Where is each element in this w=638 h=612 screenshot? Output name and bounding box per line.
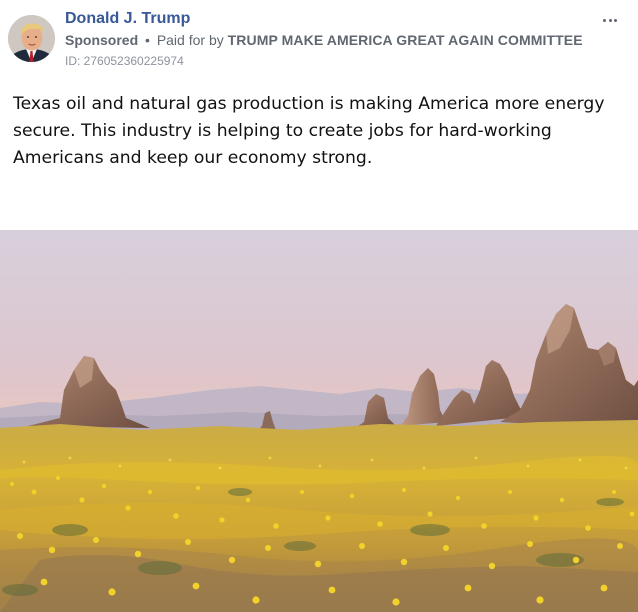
desert-landscape-photo-icon [0, 230, 638, 612]
sponsored-label[interactable]: Sponsored [65, 32, 138, 48]
page-name-link[interactable]: Donald J. Trump [65, 10, 190, 28]
ellipsis-icon [608, 18, 612, 22]
post-header: Donald J. Trump Sponsored • Paid for by … [0, 0, 638, 80]
post-message: Texas oil and natural gas production is … [13, 94, 605, 168]
sponsorship-line: Sponsored • Paid for by TRUMP MAKE AMERI… [65, 32, 583, 48]
sponsor-name[interactable]: TRUMP MAKE AMERICA GREAT AGAIN COMMITTEE [228, 32, 583, 48]
avatar-portrait-icon [8, 15, 55, 62]
separator-dot: • [145, 32, 150, 48]
ellipsis-icon [603, 18, 607, 22]
ellipsis-icon [613, 18, 617, 22]
ad-id: ID: 276052360225974 [65, 54, 184, 68]
sponsored-post: Donald J. Trump Sponsored • Paid for by … [0, 0, 638, 612]
more-options-button[interactable] [598, 10, 622, 30]
paid-for-label: Paid for by [156, 32, 224, 48]
post-photo[interactable] [0, 230, 638, 612]
avatar[interactable] [8, 15, 55, 62]
